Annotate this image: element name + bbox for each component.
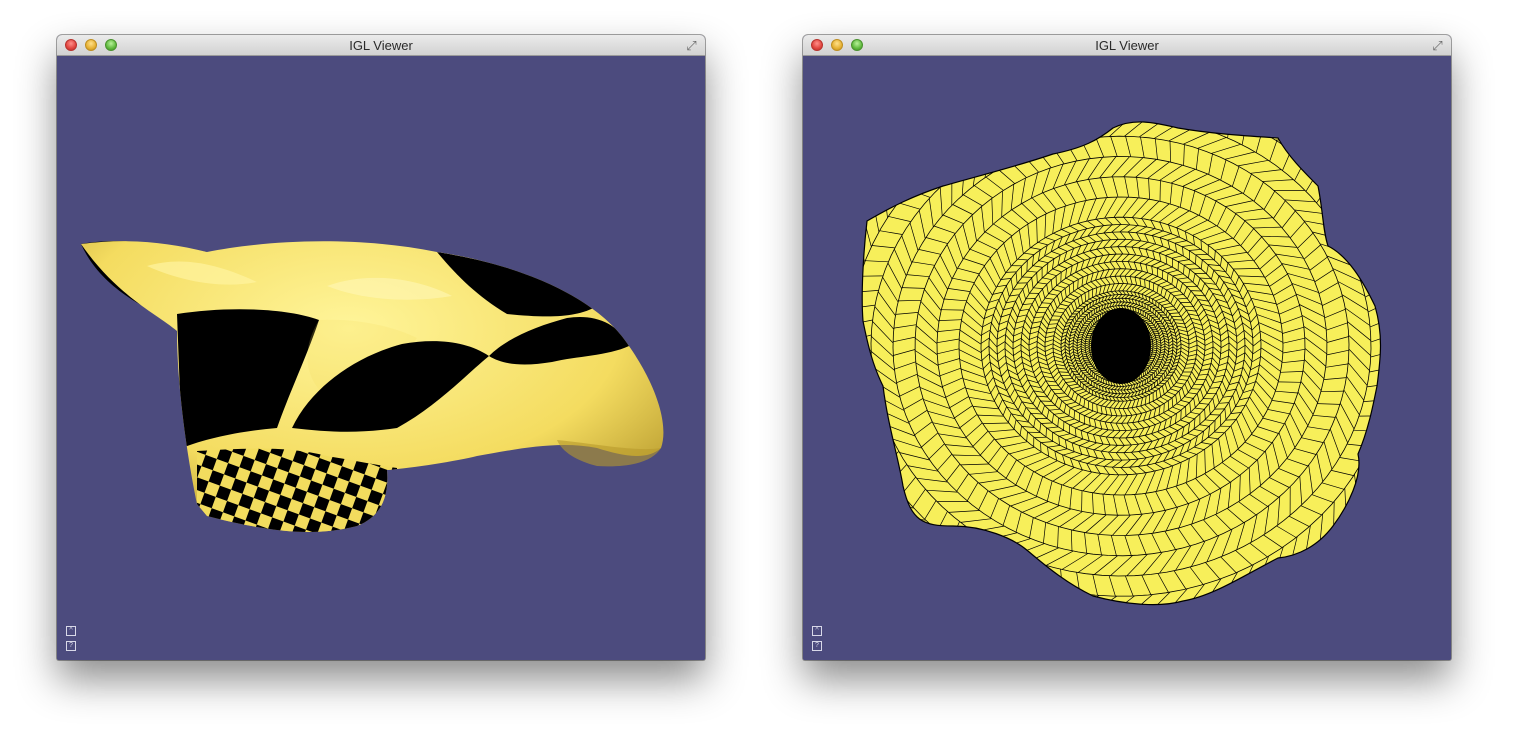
- help-icon[interactable]: ?: [812, 641, 822, 651]
- title-bar[interactable]: IGL Viewer ⤢: [57, 35, 705, 56]
- title-bar[interactable]: IGL Viewer ⤢: [803, 35, 1451, 56]
- render-viewport[interactable]: ^ ?: [57, 56, 705, 660]
- fullscreen-icon[interactable]: ⤢: [1430, 38, 1445, 53]
- uv-parameterization-render: [861, 121, 1382, 606]
- textured-mesh-render: [81, 241, 664, 532]
- render-viewport[interactable]: ^ ?: [803, 56, 1451, 660]
- viewer-window-left: IGL Viewer ⤢ ^ ?: [57, 35, 705, 660]
- expand-panel-icon[interactable]: ^: [812, 626, 822, 636]
- expand-panel-icon[interactable]: ^: [66, 626, 76, 636]
- fullscreen-icon[interactable]: ⤢: [684, 38, 699, 53]
- mesh-dense-core: [1091, 308, 1151, 384]
- window-title: IGL Viewer: [1095, 38, 1159, 53]
- viewer-window-right: IGL Viewer ⤢ ^ ?: [803, 35, 1451, 660]
- window-title: IGL Viewer: [349, 38, 413, 53]
- help-icon[interactable]: ?: [66, 641, 76, 651]
